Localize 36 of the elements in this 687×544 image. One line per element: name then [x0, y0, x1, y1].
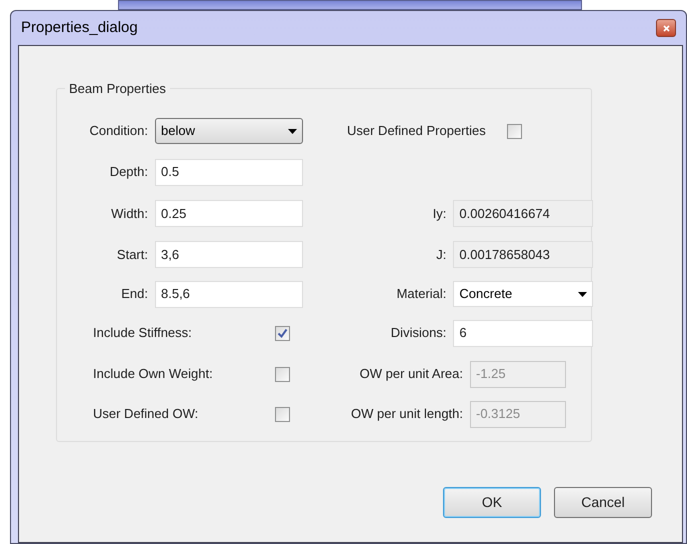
input-field[interactable]: 6 [453, 320, 593, 346]
field-label: Width: [110, 204, 149, 223]
field-label: OW per unit length: [350, 405, 464, 424]
input-field[interactable]: 8.5,6 [155, 280, 303, 308]
window-title: Properties_dialog [21, 18, 138, 38]
field-label: End: [120, 285, 149, 304]
field-label: Depth: [108, 163, 149, 182]
input-field[interactable]: 0.5 [155, 158, 303, 186]
checkbox-label: User Defined Properties [347, 122, 486, 140]
checkbox[interactable] [275, 406, 290, 422]
checkmark-icon [277, 328, 288, 338]
checkbox-label: User Defined OW: [93, 405, 200, 424]
dropdown[interactable]: below [155, 118, 303, 144]
checkbox[interactable] [275, 366, 290, 382]
field-label: Start: [116, 246, 149, 264]
field-label: Iy: [432, 204, 448, 223]
caret-icon [578, 292, 587, 296]
caret-icon [288, 128, 297, 134]
input-field[interactable]: 0.00178658043 [453, 241, 593, 268]
checkbox[interactable] [506, 124, 522, 138]
field-label: Condition: [88, 122, 149, 140]
input-field[interactable]: 0.25 [155, 200, 303, 227]
dialog-button[interactable]: OK [443, 487, 541, 518]
dialog-button[interactable]: Cancel [554, 487, 652, 518]
field-label: OW per unit Area: [358, 365, 464, 384]
close-icon [662, 24, 670, 32]
dropdown[interactable]: Concrete [453, 281, 593, 307]
input-field[interactable]: 0.00260416674 [453, 200, 593, 227]
checkbox-label: Include Own Weight: [93, 365, 214, 384]
input-field[interactable]: 3,6 [155, 241, 303, 268]
field-label: J: [435, 246, 448, 264]
field-label: Material: [396, 285, 448, 304]
field-label: Divisions: [390, 324, 448, 342]
checkbox[interactable] [275, 326, 290, 340]
checkbox-label: Include Stiffness: [93, 324, 193, 342]
close-button[interactable] [656, 19, 676, 37]
